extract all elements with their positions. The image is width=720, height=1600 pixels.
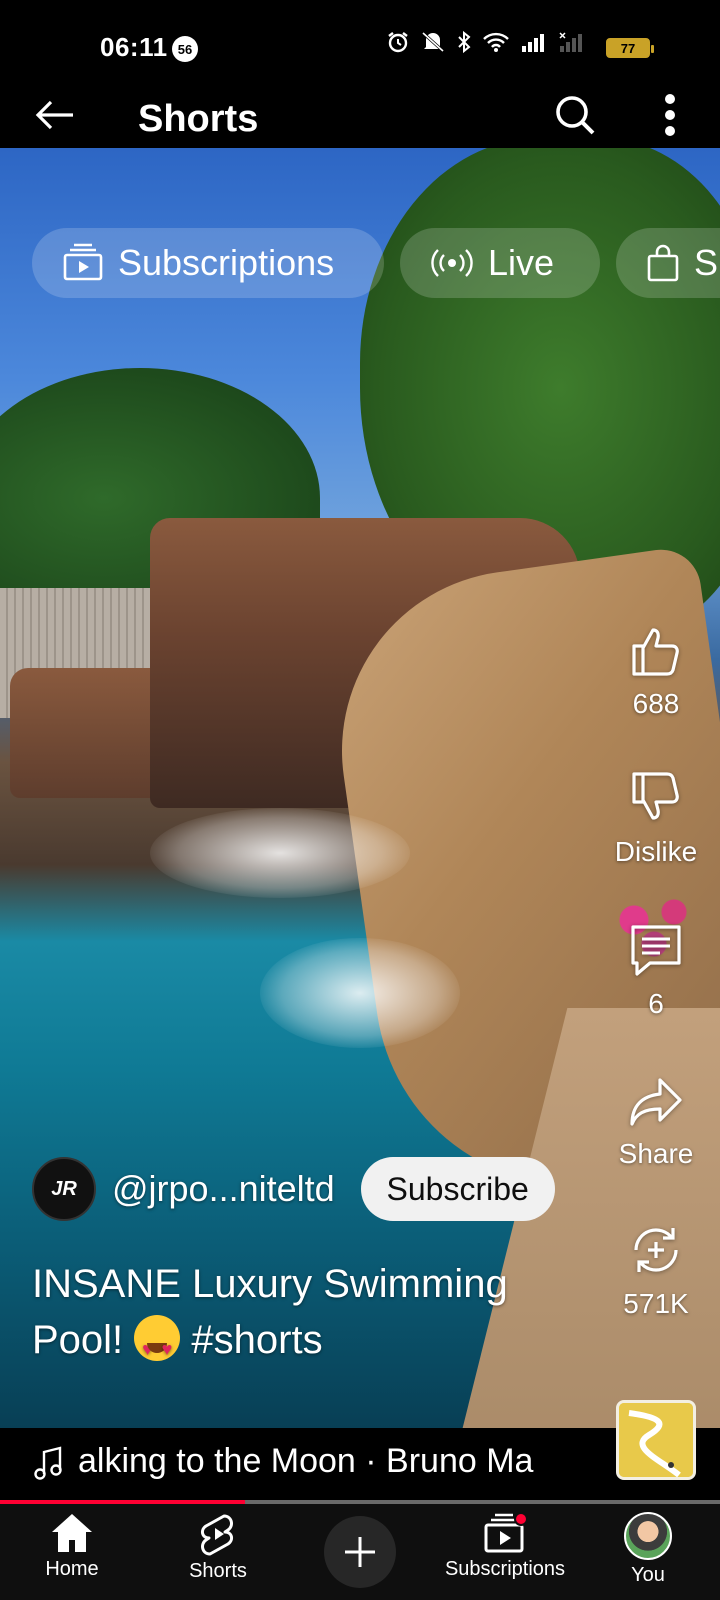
comments-button[interactable]: 6 bbox=[596, 922, 716, 1020]
music-bar[interactable]: alking to the Moon · Bruno Ma bbox=[0, 1400, 720, 1496]
nav-label: Shorts bbox=[189, 1560, 247, 1582]
music-track-text: alking to the Moon · Bruno Ma bbox=[78, 1442, 534, 1480]
signal-icon bbox=[522, 34, 544, 52]
chip-label: Live bbox=[488, 242, 555, 283]
like-count: 688 bbox=[632, 688, 680, 719]
share-button[interactable]: Share bbox=[596, 1076, 716, 1170]
chip-label: Subscriptions bbox=[118, 242, 335, 283]
nav-you[interactable]: You bbox=[612, 1512, 684, 1587]
status-icons bbox=[386, 30, 588, 54]
short-video-player[interactable]: Subscriptions Live S 688 Dislike 6 Share… bbox=[0, 148, 720, 1428]
more-vertical-icon bbox=[665, 94, 675, 136]
home-icon bbox=[52, 1514, 92, 1552]
subscribe-button[interactable]: Subscribe bbox=[360, 1157, 555, 1221]
subscriptions-icon-wrap bbox=[482, 1512, 528, 1554]
channel-avatar-logo: JR bbox=[51, 1177, 77, 1200]
user-avatar bbox=[624, 1512, 672, 1560]
comment-icon bbox=[631, 925, 681, 976]
heart-eyes-emoji-icon bbox=[134, 1315, 181, 1377]
video-scene-splash bbox=[150, 808, 410, 898]
bottom-navigation: Home Shorts Subscriptions You bbox=[0, 1504, 720, 1600]
battery-indicator: 77 bbox=[606, 38, 654, 58]
nav-label: Subscriptions bbox=[444, 1558, 566, 1580]
nav-label: You bbox=[631, 1564, 665, 1586]
remix-button[interactable]: 571K bbox=[596, 1222, 716, 1320]
chip-subscriptions[interactable]: Subscriptions bbox=[32, 228, 384, 298]
video-title[interactable]: INSANE Luxury Swimming Pool! #shorts bbox=[32, 1256, 572, 1377]
notification-dot bbox=[514, 1512, 528, 1526]
share-label: Share bbox=[618, 1138, 694, 1169]
comment-count: 6 bbox=[648, 988, 664, 1019]
thumbs-down-icon bbox=[632, 772, 679, 820]
channel-row: JR @jrpo...niteltd Subscribe bbox=[32, 1156, 555, 1222]
album-art-image bbox=[619, 1403, 693, 1477]
subscriptions-icon bbox=[63, 243, 103, 281]
signal-2-icon bbox=[559, 32, 582, 52]
chip-live[interactable]: Live bbox=[400, 228, 600, 298]
back-button[interactable] bbox=[32, 92, 78, 138]
thumbs-up-icon bbox=[632, 628, 679, 676]
mute-icon bbox=[421, 31, 445, 53]
more-options-button[interactable] bbox=[650, 92, 690, 138]
video-hashtag[interactable]: #shorts bbox=[191, 1318, 322, 1362]
create-button[interactable] bbox=[324, 1516, 396, 1588]
bluetooth-icon bbox=[458, 30, 471, 54]
channel-handle[interactable]: @jrpo...niteltd bbox=[112, 1168, 335, 1210]
shorts-icon bbox=[200, 1514, 234, 1556]
like-button[interactable]: 688 bbox=[596, 622, 716, 720]
notification-count-badge: 56 bbox=[172, 36, 198, 62]
shopping-bag-icon bbox=[647, 244, 679, 282]
music-note-icon bbox=[34, 1446, 62, 1480]
nav-shorts[interactable]: Shorts bbox=[176, 1512, 260, 1583]
wifi-icon bbox=[483, 32, 509, 52]
chip-label: S bbox=[694, 242, 719, 283]
status-time: 06:11 bbox=[100, 32, 168, 62]
nav-label: Home bbox=[45, 1558, 99, 1580]
video-scene-splash bbox=[260, 938, 460, 1048]
search-button[interactable] bbox=[552, 92, 598, 138]
arrow-left-icon bbox=[35, 100, 73, 130]
share-icon bbox=[630, 1078, 682, 1126]
alarm-icon bbox=[388, 32, 408, 53]
chip-shopping[interactable]: S bbox=[616, 228, 720, 298]
remix-icon bbox=[634, 1228, 678, 1272]
status-bar: 06:11 56 77 bbox=[0, 0, 720, 92]
search-icon bbox=[556, 96, 595, 135]
nav-home[interactable]: Home bbox=[36, 1512, 108, 1581]
top-app-bar: Shorts bbox=[0, 92, 720, 148]
album-art[interactable] bbox=[616, 1400, 696, 1480]
dislike-button[interactable]: Dislike bbox=[596, 770, 716, 868]
channel-avatar[interactable]: JR bbox=[32, 1157, 96, 1221]
nav-subscriptions[interactable]: Subscriptions bbox=[440, 1512, 570, 1581]
plus-icon bbox=[345, 1537, 375, 1567]
live-icon bbox=[431, 249, 473, 277]
dislike-label: Dislike bbox=[614, 836, 698, 867]
page-title: Shorts bbox=[138, 98, 259, 140]
remix-count: 571K bbox=[623, 1288, 689, 1319]
